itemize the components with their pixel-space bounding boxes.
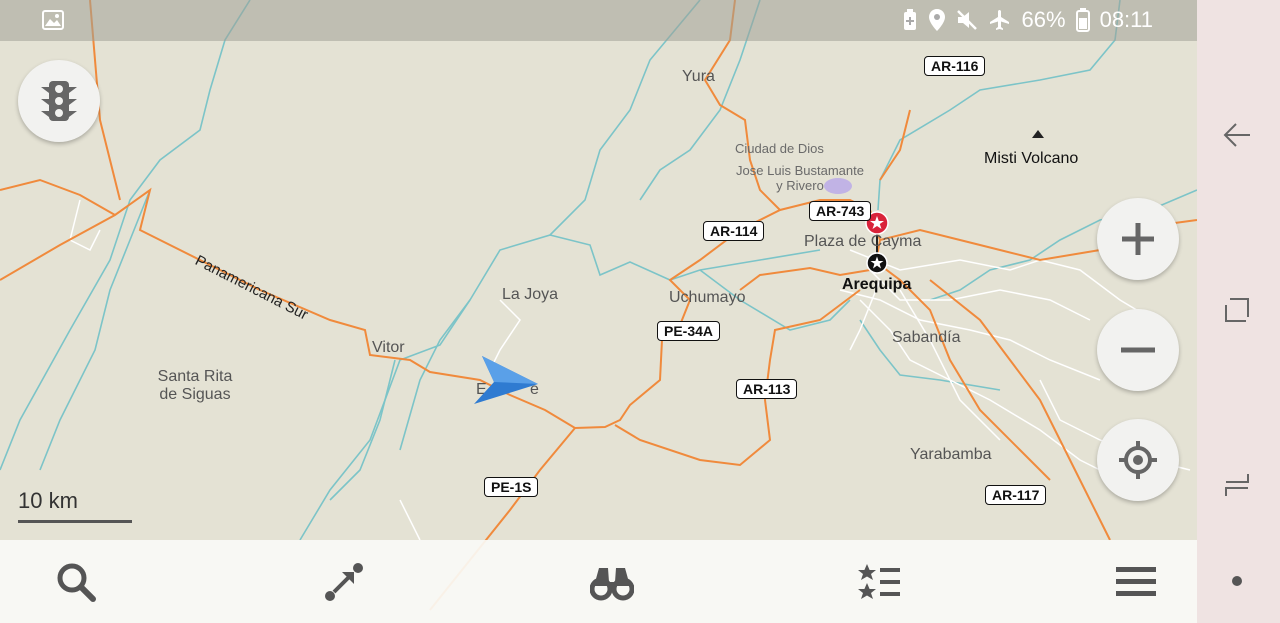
switch-icon	[1225, 474, 1249, 496]
map-view[interactable]: Yura Ciudad de Dios Jose Luis Bustamante…	[0, 0, 1197, 623]
switch-button[interactable]	[1215, 463, 1259, 507]
start-marker-icon[interactable]	[866, 252, 888, 274]
traffic-light-icon	[41, 81, 77, 121]
route-icon	[325, 563, 363, 601]
place-label: Ciudad de Dios	[735, 141, 824, 156]
recents-icon	[1225, 298, 1249, 322]
place-label: Vitor	[372, 339, 405, 356]
traffic-button[interactable]	[18, 60, 100, 142]
scale-label: 10 km	[18, 488, 78, 513]
discover-button[interactable]	[590, 560, 634, 604]
mute-icon	[956, 10, 977, 30]
road-shield: AR-743	[809, 201, 872, 221]
back-icon	[1223, 123, 1250, 147]
road-shield: AR-117	[985, 485, 1047, 505]
bookmarks-icon	[858, 564, 900, 599]
status-bar: 66% 08:11	[0, 0, 1197, 41]
scale-line	[18, 520, 132, 523]
locate-button[interactable]	[1097, 419, 1179, 501]
place-label: Jose Luis Bustamante y Rivero	[736, 163, 864, 193]
bookmarks-button[interactable]	[858, 560, 902, 604]
road-shield: PE-1S	[484, 477, 539, 497]
current-position-arrow-icon	[474, 356, 538, 404]
battery-saver-icon	[903, 9, 916, 30]
zoom-in-button[interactable]	[1097, 198, 1179, 280]
menu-button[interactable]	[1114, 560, 1158, 604]
place-label: La Joya	[502, 286, 559, 303]
airplane-icon	[989, 10, 1009, 30]
place-label: Misti Volcano	[984, 150, 1079, 167]
recents-button[interactable]	[1215, 288, 1259, 332]
dot-icon	[1232, 576, 1242, 586]
place-label: Santa Rita de Siguas	[157, 368, 233, 403]
road-shield: AR-114	[703, 221, 765, 241]
clock: 08:11	[1099, 7, 1153, 32]
binoculars-icon	[590, 568, 634, 601]
system-navigation-bar	[1197, 0, 1280, 623]
image-icon	[42, 10, 64, 30]
locate-icon	[1119, 441, 1157, 479]
search-button[interactable]	[54, 560, 98, 604]
road-shield: AR-113	[736, 379, 798, 399]
location-icon	[928, 9, 945, 31]
place-label: Arequipa	[842, 276, 912, 293]
map-base	[0, 0, 1197, 611]
place-label: Yarabamba	[910, 446, 992, 463]
minus-icon	[1121, 347, 1155, 353]
dot-button[interactable]	[1215, 559, 1259, 603]
zoom-out-button[interactable]	[1097, 309, 1179, 391]
battery-icon	[1075, 8, 1090, 32]
route-button[interactable]	[322, 560, 366, 604]
place-label: Sabandía	[892, 329, 961, 346]
battery-percent: 66%	[1021, 7, 1066, 32]
place-label: Yura	[682, 68, 715, 85]
scale-bar: 10 km	[18, 488, 132, 523]
back-button[interactable]	[1215, 113, 1259, 157]
search-icon	[57, 563, 96, 602]
road-shield: AR-116	[924, 56, 986, 76]
menu-icon	[1116, 567, 1156, 596]
place-label: Plaza de Cayma	[804, 233, 922, 250]
road-shield: PE-34A	[657, 321, 721, 341]
place-label: Uchumayo	[669, 289, 746, 306]
plus-icon	[1122, 223, 1154, 255]
bottom-toolbar	[0, 540, 1197, 623]
